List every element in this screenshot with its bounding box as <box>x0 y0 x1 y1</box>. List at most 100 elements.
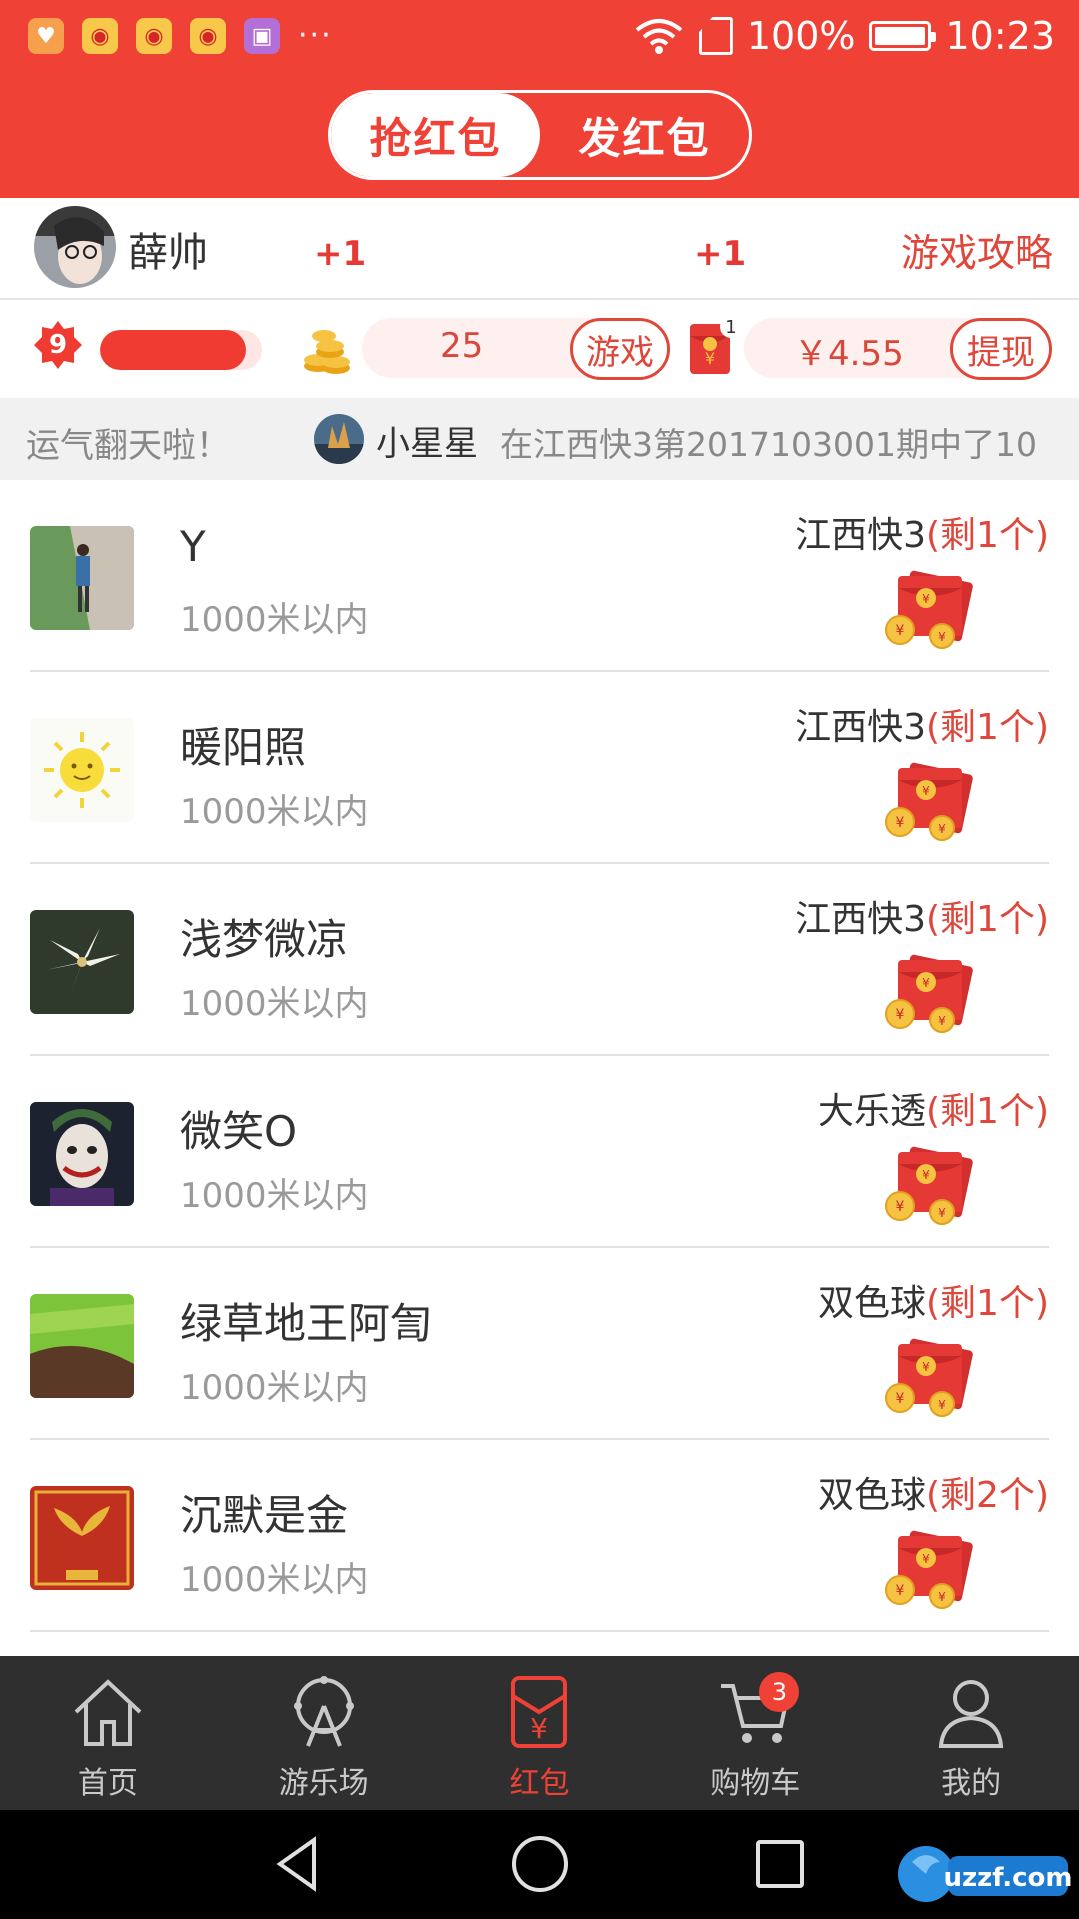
lottery-info: 双色球(剩2个) <box>818 1466 1049 1518</box>
red-packet-icon[interactable]: ¥ ¥ ¥ <box>884 1146 978 1226</box>
list-item[interactable]: 微笑O 1000米以内 大乐透(剩1个) ¥ ¥ ¥ <box>0 1056 1079 1248</box>
game-guide-link[interactable]: 游戏攻略 <box>901 222 1053 277</box>
list-item[interactable]: 沉默是金 1000米以内 双色球(剩2个) ¥ ¥ ¥ <box>0 1440 1079 1632</box>
username: 薛帅 <box>128 230 208 276</box>
tab-label: 首页 <box>77 1766 138 1801</box>
svg-text:¥: ¥ <box>896 1391 905 1407</box>
sim-card-icon <box>699 17 733 55</box>
user-thumbnail <box>30 910 134 1014</box>
weibo-notification-icon: ◉ <box>136 18 172 54</box>
sender-name: 浅梦微凉 <box>180 915 349 964</box>
coin-balance: 25 <box>440 326 484 366</box>
lottery-info: 江西快3(剩1个) <box>795 506 1049 558</box>
svg-text:¥: ¥ <box>922 1552 930 1566</box>
svg-text:¥: ¥ <box>896 1007 905 1023</box>
svg-text:¥: ¥ <box>922 592 930 606</box>
battery-percent: 100% <box>746 14 856 58</box>
tab-label: 购物车 <box>710 1766 801 1801</box>
user-thumbnail <box>30 718 134 822</box>
svg-text:uzzf.com: uzzf.com <box>944 1863 1073 1893</box>
home-circle-icon[interactable] <box>508 1832 572 1896</box>
sender-distance: 1000米以内 <box>180 1560 369 1600</box>
user-thumbnail <box>30 1486 134 1590</box>
plus-one-indicator: +1 <box>694 234 747 274</box>
withdraw-button[interactable]: 提现 <box>950 318 1052 380</box>
red-packet-icon[interactable]: ¥ ¥ ¥ <box>884 1530 978 1610</box>
svg-text:¥: ¥ <box>938 1206 946 1220</box>
sender-distance: 1000米以内 <box>180 1176 369 1216</box>
recents-icon[interactable] <box>748 1832 812 1896</box>
user-thumbnail <box>30 1294 134 1398</box>
lottery-info: 大乐透(剩1个) <box>818 1082 1049 1134</box>
wifi-icon <box>635 19 683 54</box>
lottery-type: 江西快3 <box>795 515 926 556</box>
cash-balance: ￥4.55 <box>794 334 904 374</box>
list-item[interactable]: 浅梦微凉 1000米以内 江西快3(剩1个) ¥ ¥ ¥ <box>0 864 1079 1056</box>
list-item[interactable]: 绿草地王阿訇 1000米以内 双色球(剩1个) ¥ ¥ ¥ <box>0 1248 1079 1440</box>
tab-send-red-packet[interactable]: 发红包 <box>540 93 749 177</box>
battery-icon <box>869 21 937 51</box>
app-header: 抢红包 发红包 <box>0 72 1079 198</box>
red-packet-count: 1 <box>720 316 742 338</box>
svg-text:¥: ¥ <box>938 822 946 836</box>
sender-name: 微笑O <box>180 1107 298 1156</box>
svg-text:¥: ¥ <box>922 1168 930 1182</box>
sender-distance: 1000米以内 <box>180 984 369 1024</box>
user-thumbnail <box>30 526 134 630</box>
back-icon[interactable] <box>266 1832 330 1896</box>
packets-remaining: (剩1个) <box>926 515 1049 556</box>
sender-name: 沉默是金 <box>180 1491 349 1540</box>
lottery-type: 江西快3 <box>795 899 926 940</box>
bottom-tab-bar: 首页 游乐场 ¥ 红包 3 购物车 我的 <box>0 1656 1079 1810</box>
winner-marquee: 运气翻天啦！ 小星星 在江西快3第2017103001期中了10 <box>0 398 1079 480</box>
red-packet-icon[interactable]: ¥ ¥ ¥ <box>884 1338 978 1418</box>
winner-avatar <box>314 414 364 464</box>
lottery-info: 江西快3(剩1个) <box>795 890 1049 942</box>
svg-text:¥: ¥ <box>705 349 715 368</box>
weibo-notification-icon: ◉ <box>82 18 118 54</box>
sender-distance: 1000米以内 <box>180 792 369 832</box>
plus-one-indicator: +1 <box>314 234 367 274</box>
tab-profile[interactable]: 我的 <box>863 1656 1079 1810</box>
red-packet-mode-switch: 抢红包 发红包 <box>328 90 752 180</box>
sender-name: 暖阳照 <box>180 723 307 772</box>
lottery-type: 双色球 <box>817 1475 926 1516</box>
svg-text:¥: ¥ <box>531 1712 549 1745</box>
winner-name: 小星星 <box>376 424 478 464</box>
gold-coins-icon <box>304 330 350 374</box>
tab-playground[interactable]: 游乐场 <box>216 1656 432 1810</box>
red-packet-icon[interactable]: ¥ ¥ ¥ <box>884 570 978 650</box>
tab-home[interactable]: 首页 <box>0 1656 216 1810</box>
tab-label: 红包 <box>509 1766 570 1801</box>
app-root: { "status_bar": { "battery": "100%", "ti… <box>0 0 1079 1919</box>
user-thumbnail <box>30 1102 134 1206</box>
lottery-type: 江西快3 <box>795 707 926 748</box>
list-item[interactable]: Y 1000米以内 江西快3(剩1个) ¥ ¥ ¥ <box>0 480 1079 672</box>
heart-app-notification-icon: ♥ <box>28 18 64 54</box>
packets-remaining: (剩1个) <box>926 1091 1049 1132</box>
user-avatar[interactable] <box>34 206 116 288</box>
lottery-type: 双色球 <box>817 1283 926 1324</box>
list-item[interactable]: 暖阳照 1000米以内 江西快3(剩1个) ¥ ¥ ¥ <box>0 672 1079 864</box>
svg-text:¥: ¥ <box>922 784 930 798</box>
tab-cart[interactable]: 3 购物车 <box>647 1656 863 1810</box>
experience-bar <box>100 330 262 370</box>
divider <box>30 1630 1049 1632</box>
svg-text:¥: ¥ <box>938 1590 946 1604</box>
packets-remaining: (剩1个) <box>926 899 1049 940</box>
red-packet-icon[interactable]: ¥ ¥ ¥ <box>884 954 978 1034</box>
svg-text:¥: ¥ <box>896 1583 905 1599</box>
tab-grab-red-packet[interactable]: 抢红包 <box>331 93 540 177</box>
gallery-notification-icon: ▣ <box>244 18 280 54</box>
user-info-row: 薛帅 +1 +1 游戏攻略 <box>0 198 1079 300</box>
game-button[interactable]: 游戏 <box>570 318 670 380</box>
lottery-info: 双色球(剩1个) <box>818 1274 1049 1326</box>
red-packet-icon: ¥ <box>511 1676 568 1748</box>
red-packet-icon[interactable]: ¥ ¥ ¥ <box>884 762 978 842</box>
sender-distance: 1000米以内 <box>180 600 369 640</box>
tab-label: 我的 <box>941 1766 1002 1801</box>
level-number: 9 <box>48 330 68 360</box>
svg-text:¥: ¥ <box>922 976 930 990</box>
stats-row: 9 25 游戏 ¥ 1 ￥4.55 提现 <box>0 302 1079 398</box>
tab-red-packet[interactable]: ¥ 红包 <box>432 1656 648 1810</box>
